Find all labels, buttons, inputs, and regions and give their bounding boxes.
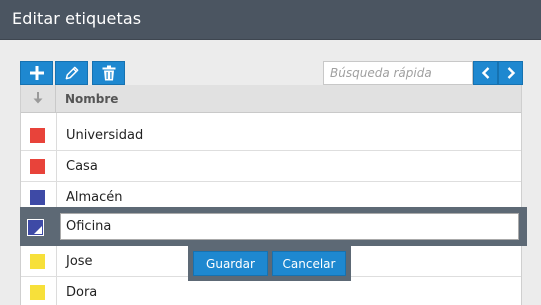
color-swatch[interactable] xyxy=(30,159,45,174)
delete-button[interactable] xyxy=(92,61,125,85)
chevron-right-icon xyxy=(507,67,515,79)
edit-action-bar: Guardar Cancelar xyxy=(188,246,351,281)
next-page-button[interactable] xyxy=(498,61,523,85)
row-label: Universidad xyxy=(66,128,144,143)
editing-row xyxy=(20,207,527,246)
color-swatch[interactable] xyxy=(30,128,45,143)
chevron-left-icon xyxy=(481,67,489,79)
grid-header: Nombre xyxy=(21,85,521,113)
table-row[interactable]: Casa xyxy=(21,151,521,182)
plus-icon xyxy=(29,66,44,80)
previous-page-button[interactable] xyxy=(473,61,498,85)
cancel-button[interactable]: Cancelar xyxy=(272,251,346,276)
arrow-down-icon xyxy=(33,92,43,104)
dialog-title: Editar etiquetas xyxy=(12,9,142,28)
save-button[interactable]: Guardar xyxy=(193,251,268,276)
sort-column-header[interactable] xyxy=(21,85,56,113)
row-label: Almacén xyxy=(66,190,123,205)
row-label: Jose xyxy=(66,254,93,269)
quick-search-input[interactable] xyxy=(323,61,473,85)
add-button[interactable] xyxy=(20,61,53,85)
row-label: Casa xyxy=(66,159,98,174)
color-swatch[interactable] xyxy=(30,254,45,269)
label-name-input[interactable] xyxy=(60,213,519,240)
color-picker-swatch[interactable] xyxy=(27,219,44,236)
dropdown-corner-icon xyxy=(34,226,42,234)
pencil-icon xyxy=(65,66,78,80)
dialog-titlebar: Editar etiquetas xyxy=(0,0,541,40)
trash-icon xyxy=(102,65,115,81)
edit-button[interactable] xyxy=(55,61,88,85)
color-swatch[interactable] xyxy=(30,285,45,300)
color-swatch[interactable] xyxy=(30,190,45,205)
table-row[interactable]: Dora xyxy=(21,277,521,305)
table-row[interactable]: Universidad xyxy=(21,120,521,151)
column-header-name[interactable]: Nombre xyxy=(65,92,118,106)
row-label: Dora xyxy=(66,285,98,300)
